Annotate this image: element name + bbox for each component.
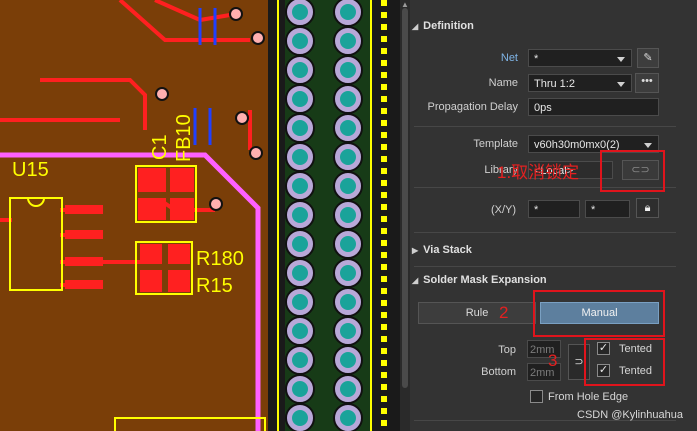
annotation-note-2: 2: [499, 303, 509, 322]
top-label: Top: [498, 344, 516, 356]
via-hole: [292, 236, 308, 252]
xy-label: (X/Y): [490, 204, 516, 216]
annotation-note-1: 1.取消锁定: [497, 163, 580, 182]
designator-r180: R180: [196, 248, 244, 270]
expand-triangle-icon: ▶: [412, 246, 419, 255]
section-definition[interactable]: ◢ Definition: [412, 20, 474, 32]
x-input[interactable]: *: [528, 200, 580, 218]
panel-scrollbar-thumb[interactable]: [402, 8, 408, 388]
copper-pour: [0, 0, 268, 431]
via-hole: [292, 149, 308, 165]
net-picker-button[interactable]: ✎: [637, 48, 659, 68]
via-hole: [340, 265, 356, 281]
via-hole: [292, 33, 308, 49]
section-via-stack[interactable]: ▶ Via Stack: [412, 244, 472, 256]
pcb-canvas[interactable]: U15 C1 FB10 R180 R15: [0, 0, 400, 431]
via-hole: [340, 91, 356, 107]
annotation-box-3: [584, 338, 665, 386]
via-hole: [292, 91, 308, 107]
via-hole: [292, 381, 308, 397]
via-hole: [292, 4, 308, 20]
designator-c1: C1: [149, 134, 171, 160]
via-hole: [292, 352, 308, 368]
more-dots-icon: •••: [641, 75, 653, 87]
lock-button[interactable]: 🔒︎: [636, 198, 659, 218]
bottom-label: Bottom: [481, 366, 516, 378]
propagation-delay-label: Propagation Delay: [427, 101, 518, 113]
via-hole: [340, 149, 356, 165]
via-hole: [340, 352, 356, 368]
y-input[interactable]: *: [585, 200, 630, 218]
propagation-delay-input[interactable]: 0ps: [528, 98, 659, 116]
divider: [414, 232, 676, 233]
via-hole: [340, 381, 356, 397]
rule-button[interactable]: Rule: [418, 302, 536, 324]
via-hole: [292, 323, 308, 339]
via-hole: [292, 294, 308, 310]
from-hole-edge-checkbox[interactable]: [530, 390, 543, 403]
via-hole: [292, 265, 308, 281]
via-hole: [340, 178, 356, 194]
chain-link-icon: ⊃: [574, 356, 584, 368]
template-label: Template: [473, 138, 518, 150]
designator-u15: U15: [12, 159, 49, 181]
name-label: Name: [488, 77, 518, 89]
via-hole: [292, 410, 308, 426]
via-hole: [292, 178, 308, 194]
net-label: Net: [500, 52, 518, 64]
designator-fb10: FB10: [173, 114, 195, 162]
section-solder-mask-expansion[interactable]: ◢ Solder Mask Expansion: [412, 274, 547, 286]
collapse-triangle-icon: ◢: [412, 22, 419, 31]
via-hole: [340, 323, 356, 339]
annotation-note-3: 3: [548, 351, 558, 370]
watermark: CSDN @Kylinhuahua: [577, 409, 683, 421]
name-more-button[interactable]: •••: [635, 73, 659, 93]
via-hole: [340, 294, 356, 310]
via-hole: [340, 207, 356, 223]
via-hole: [340, 120, 356, 136]
net-dropdown[interactable]: *: [528, 49, 632, 67]
collapse-triangle-icon: ◢: [412, 276, 419, 285]
via-hole: [292, 62, 308, 78]
via-hole: [340, 410, 356, 426]
lock-icon: 🔒︎: [644, 202, 651, 214]
divider: [414, 266, 676, 267]
annotation-box-2: [533, 290, 665, 337]
via-hole: [340, 4, 356, 20]
eyedropper-icon: ✎: [643, 52, 653, 64]
via-hole: [292, 207, 308, 223]
via-hole: [340, 62, 356, 78]
from-hole-edge-label: From Hole Edge: [548, 391, 629, 403]
designator-r15: R15: [196, 275, 233, 297]
name-dropdown[interactable]: Thru 1:2: [528, 74, 632, 92]
via-hole: [292, 120, 308, 136]
via-hole: [340, 236, 356, 252]
scroll-up-icon[interactable]: ▲: [401, 0, 409, 9]
divider: [414, 126, 676, 127]
annotation-box-1: [600, 150, 665, 192]
via-hole: [340, 33, 356, 49]
